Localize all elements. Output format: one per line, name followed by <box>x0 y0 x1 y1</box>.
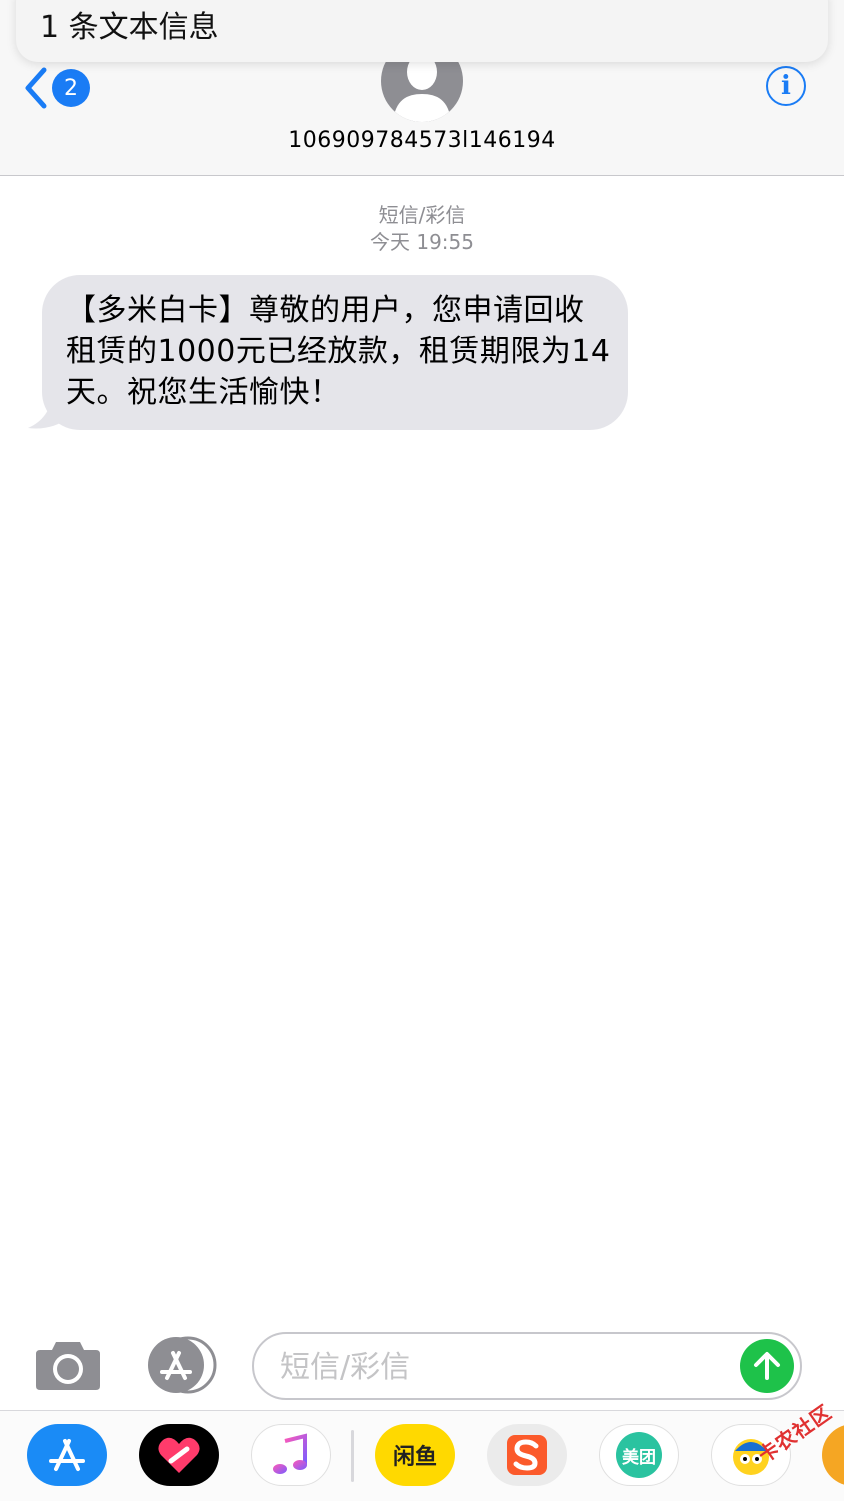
message-input[interactable] <box>278 1348 732 1386</box>
info-button[interactable]: i <box>766 66 806 106</box>
notification-banner[interactable]: 1 条文本信息 <box>16 0 828 62</box>
app-store-icon <box>148 1336 217 1394</box>
unread-badge: 2 <box>52 69 90 107</box>
service-label: 短信/彩信 <box>378 203 466 227</box>
message-text: 【多米白卡】尊敬的用户，您申请回收租赁的1000元已经放款，租赁期限为14天。祝… <box>66 293 611 410</box>
sogou-s-icon <box>507 1435 547 1475</box>
app-drawer-music[interactable] <box>251 1424 331 1486</box>
chevron-left-icon <box>25 67 47 109</box>
app-drawer-app-store[interactable] <box>27 1424 107 1486</box>
app-store-icon <box>49 1439 85 1471</box>
arrow-up-icon <box>754 1352 780 1380</box>
back-button[interactable]: 2 <box>22 66 90 110</box>
app-drawer-meituan[interactable]: 美团 <box>599 1424 679 1486</box>
contact-name[interactable]: 106909784573l146194 <box>0 128 844 153</box>
app-drawer-xianyu[interactable]: 闲鱼 <box>375 1424 455 1486</box>
app-drawer-separator <box>351 1430 354 1482</box>
timestamp: 今天 19:55 <box>370 230 474 254</box>
app-drawer-digital-touch[interactable] <box>139 1424 219 1486</box>
music-note-icon <box>273 1433 307 1474</box>
camera-button[interactable] <box>34 1340 102 1396</box>
camera-icon <box>36 1342 100 1390</box>
info-icon: i <box>781 71 791 101</box>
message-input-container <box>252 1332 802 1400</box>
app-drawer-sogou[interactable] <box>487 1424 567 1486</box>
message-meta: 短信/彩信 今天 19:55 <box>0 202 844 256</box>
heart-icon <box>158 1437 200 1473</box>
notification-text: 1 条文本信息 <box>40 10 219 45</box>
meituan-label: 美团 <box>616 1432 662 1478</box>
app-store-button[interactable] <box>142 1336 218 1398</box>
xianyu-label: 闲鱼 <box>392 1445 437 1470</box>
send-button[interactable] <box>740 1339 794 1393</box>
